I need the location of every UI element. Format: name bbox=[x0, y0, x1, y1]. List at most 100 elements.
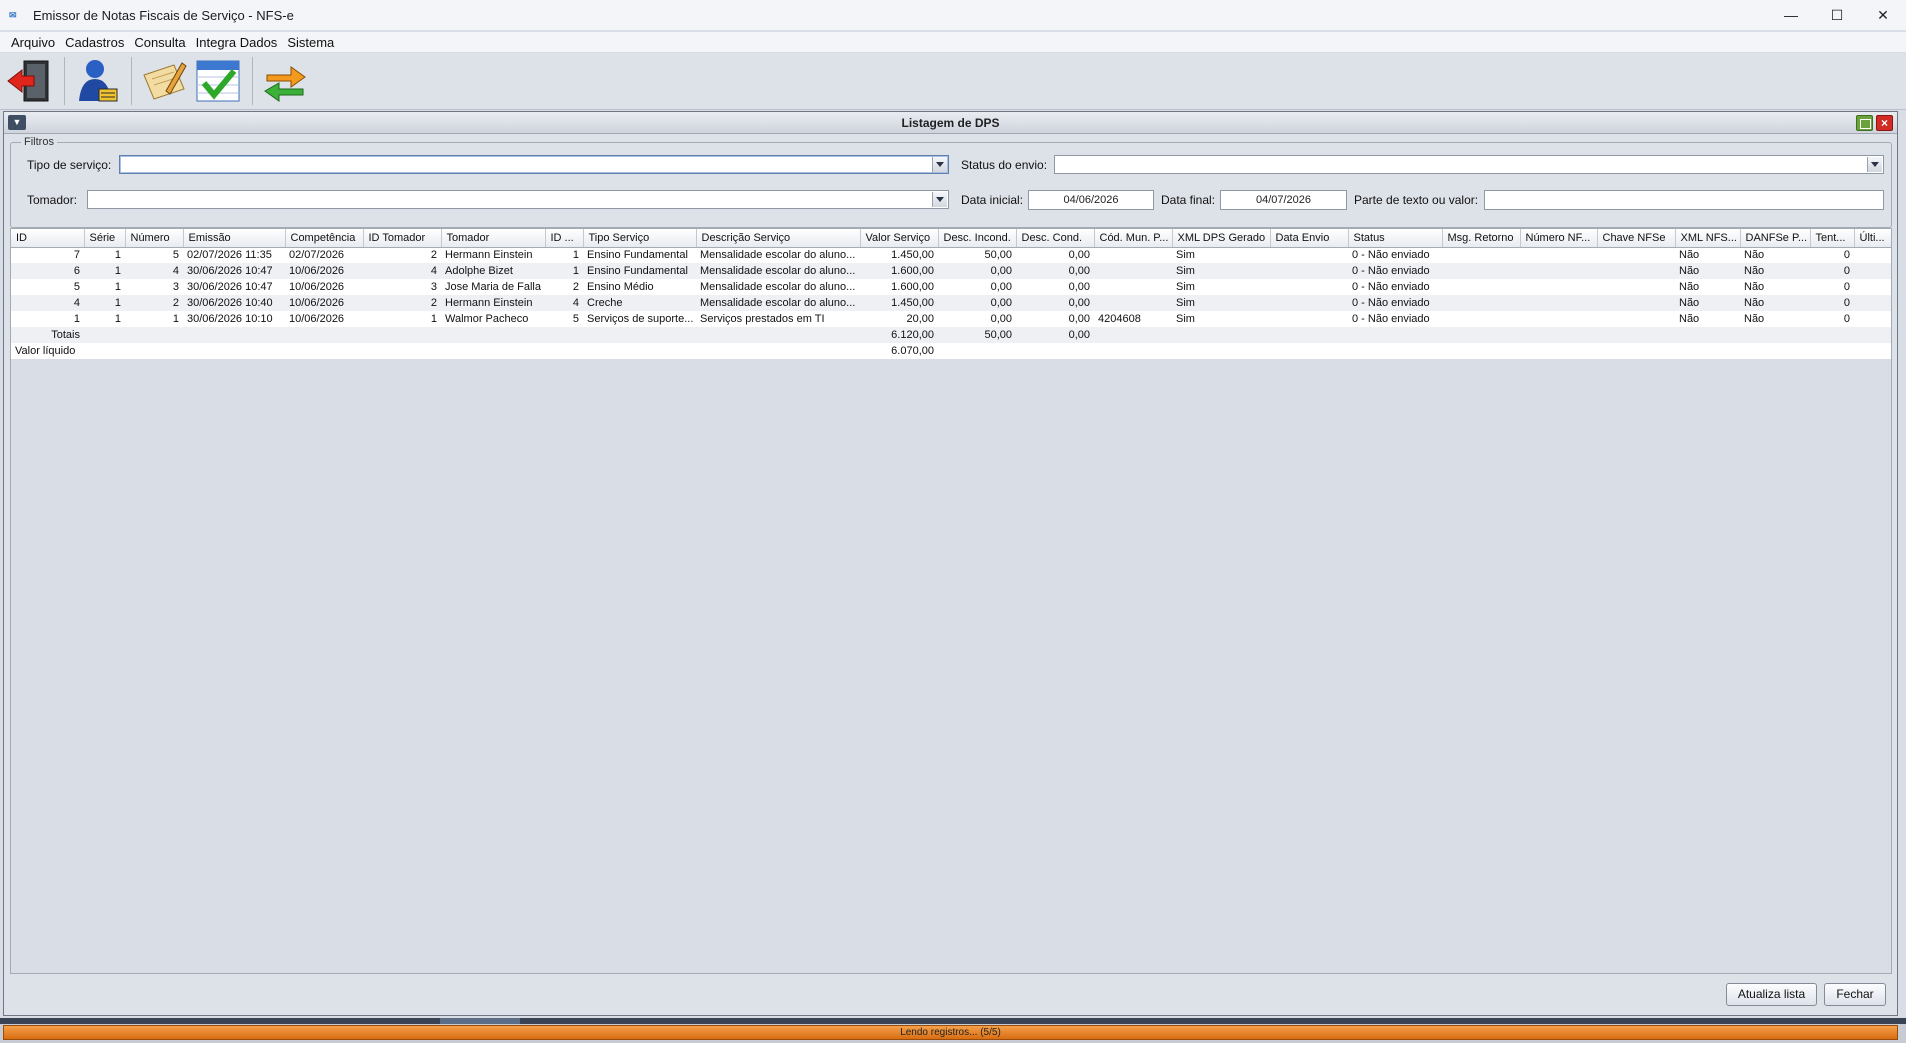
table-cell bbox=[1597, 311, 1675, 327]
table-cell: 0,00 bbox=[1068, 265, 1090, 277]
table-cell: Não bbox=[1679, 313, 1700, 325]
column-header[interactable]: Tomador bbox=[441, 229, 546, 248]
menu-consulta[interactable]: Consulta bbox=[129, 35, 190, 50]
chevron-down-icon[interactable] bbox=[932, 192, 947, 207]
table-cell: 1.600,00 bbox=[891, 265, 934, 277]
column-header[interactable]: DANFSe P... bbox=[1740, 229, 1811, 248]
column-header[interactable]: ID bbox=[11, 229, 85, 248]
exit-button[interactable] bbox=[4, 55, 56, 107]
close-icon: × bbox=[1880, 116, 1888, 130]
table-cell: Mensalidade escolar do aluno... bbox=[700, 249, 856, 262]
data-final-label: Data final: bbox=[1161, 193, 1216, 207]
column-header[interactable]: Desc. Incond. bbox=[938, 229, 1017, 248]
column-header[interactable]: Série bbox=[84, 229, 126, 248]
menu-arquivo[interactable]: Arquivo bbox=[6, 35, 60, 50]
table-cell: Jose Maria de Falla bbox=[445, 281, 541, 293]
table-cell: 0 - Não enviado bbox=[1352, 297, 1430, 309]
frame-maximize-button[interactable] bbox=[1856, 115, 1873, 131]
data-final-field[interactable]: 04/07/2026 bbox=[1220, 190, 1347, 210]
status-envio-select[interactable] bbox=[1054, 155, 1884, 174]
edit-notes-button[interactable] bbox=[138, 55, 190, 107]
register-user-button[interactable] bbox=[71, 55, 123, 107]
minimize-button[interactable]: — bbox=[1768, 0, 1814, 30]
table-row[interactable]: 7 1 5 02/07/2026 11:35 02/07/2026 2 Hermann Ei… bbox=[11, 247, 1891, 263]
tipo-servico-label: Tipo de serviço: bbox=[27, 158, 112, 172]
column-header[interactable]: Msg. Retorno bbox=[1442, 229, 1521, 248]
table-cell: 1.450,00 bbox=[891, 297, 934, 309]
table-cell: 7 bbox=[73, 249, 80, 262]
table-cell: Sim bbox=[1176, 265, 1195, 277]
menu-integra-dados[interactable]: Integra Dados bbox=[191, 35, 283, 50]
fechar-button[interactable]: Fechar bbox=[1824, 983, 1886, 1006]
column-header[interactable]: Tent... bbox=[1810, 229, 1855, 248]
table-cell bbox=[1854, 279, 1891, 295]
column-header[interactable]: Cód. Mun. P... bbox=[1094, 229, 1173, 248]
column-header[interactable]: Número NF... bbox=[1520, 229, 1598, 248]
column-header[interactable]: Tipo Serviço bbox=[583, 229, 697, 248]
column-header[interactable]: Data Envio bbox=[1270, 229, 1349, 248]
table-cell: Mensalidade escolar do aluno... bbox=[700, 281, 856, 293]
table-cell: 0 - Não enviado bbox=[1352, 249, 1430, 262]
table-cell: Não bbox=[1679, 281, 1700, 293]
table-cell bbox=[1597, 295, 1675, 311]
chevron-down-icon[interactable] bbox=[1867, 157, 1882, 172]
column-header[interactable]: Valor Serviço bbox=[860, 229, 939, 248]
tipo-servico-select[interactable] bbox=[119, 155, 949, 174]
table-cell: 30/06/2026 10:10 bbox=[187, 313, 273, 325]
table-cell: 0 bbox=[1843, 265, 1850, 277]
totals-desc-cond: 0,00 bbox=[1068, 329, 1090, 341]
table-cell bbox=[1854, 295, 1891, 311]
table-cell bbox=[1094, 279, 1172, 295]
table-cell: 1 bbox=[114, 297, 121, 309]
tomador-select[interactable] bbox=[87, 190, 949, 209]
calendar-check-icon bbox=[196, 60, 240, 102]
column-header[interactable]: XML DPS Gerado bbox=[1172, 229, 1271, 248]
atualiza-lista-button[interactable]: Atualiza lista bbox=[1726, 983, 1817, 1006]
sync-data-button[interactable] bbox=[259, 55, 311, 107]
table-cell: Não bbox=[1744, 249, 1765, 262]
table-row[interactable]: 1 1 1 30/06/2026 10:10 10/06/2026 1 Walmor Pac… bbox=[11, 311, 1891, 327]
table-row[interactable]: 4 1 2 30/06/2026 10:40 10/06/2026 2 Hermann Ei… bbox=[11, 295, 1891, 311]
maximize-button[interactable]: ☐ bbox=[1814, 0, 1860, 30]
table-cell bbox=[1854, 311, 1891, 327]
frame-title: Listagem de DPS bbox=[901, 116, 1000, 130]
table-cell: 4 bbox=[572, 297, 579, 309]
menu-sistema[interactable]: Sistema bbox=[282, 35, 339, 50]
menu-cadastros[interactable]: Cadastros bbox=[60, 35, 129, 50]
table-cell: 1 bbox=[430, 313, 437, 325]
table-cell: 10/06/2026 bbox=[289, 297, 345, 309]
liquido-valor: 6.070,00 bbox=[891, 345, 934, 357]
close-button[interactable]: ✕ bbox=[1860, 0, 1906, 30]
column-header[interactable]: ID Tomador bbox=[363, 229, 442, 248]
column-header[interactable]: XML NFS... bbox=[1675, 229, 1741, 248]
column-header[interactable]: Número bbox=[125, 229, 184, 248]
column-header[interactable]: Competência bbox=[285, 229, 364, 248]
column-header[interactable]: Últi... bbox=[1854, 229, 1891, 248]
column-header[interactable]: Chave NFSe bbox=[1597, 229, 1676, 248]
dps-listing-frame: ▼ Listagem de DPS × Filtros Tipo de serv… bbox=[3, 111, 1898, 1016]
table-cell: 3 bbox=[430, 281, 437, 293]
table-cell bbox=[1520, 311, 1597, 327]
column-header[interactable]: Emissão bbox=[183, 229, 286, 248]
texto-valor-field[interactable] bbox=[1484, 190, 1884, 210]
column-header[interactable]: ID ... bbox=[545, 229, 584, 248]
table-cell: 1 bbox=[114, 281, 121, 293]
table-row[interactable]: 6 1 4 30/06/2026 10:47 10/06/2026 4 Adolphe Bi… bbox=[11, 263, 1891, 279]
table-cell bbox=[1442, 279, 1520, 295]
calendar-check-button[interactable] bbox=[192, 55, 244, 107]
column-header[interactable]: Desc. Cond. bbox=[1016, 229, 1095, 248]
table-cell: 0 - Não enviado bbox=[1352, 265, 1430, 277]
table-cell: Não bbox=[1679, 265, 1700, 277]
table-cell: 10/06/2026 bbox=[289, 265, 345, 277]
frame-close-button[interactable]: × bbox=[1876, 115, 1893, 131]
table-cell: 30/06/2026 10:40 bbox=[187, 297, 273, 309]
data-inicial-field[interactable]: 04/06/2026 bbox=[1028, 190, 1154, 210]
table-cell bbox=[1094, 295, 1172, 311]
column-header[interactable]: Status bbox=[1348, 229, 1443, 248]
table-cell: 1.450,00 bbox=[891, 249, 934, 262]
table-cell: Não bbox=[1744, 265, 1765, 277]
frame-menu-button[interactable]: ▼ bbox=[8, 115, 26, 130]
column-header[interactable]: Descrição Serviço bbox=[696, 229, 861, 248]
chevron-down-icon[interactable] bbox=[932, 157, 947, 172]
table-row[interactable]: 5 1 3 30/06/2026 10:47 10/06/2026 3 Jose Maria… bbox=[11, 279, 1891, 295]
